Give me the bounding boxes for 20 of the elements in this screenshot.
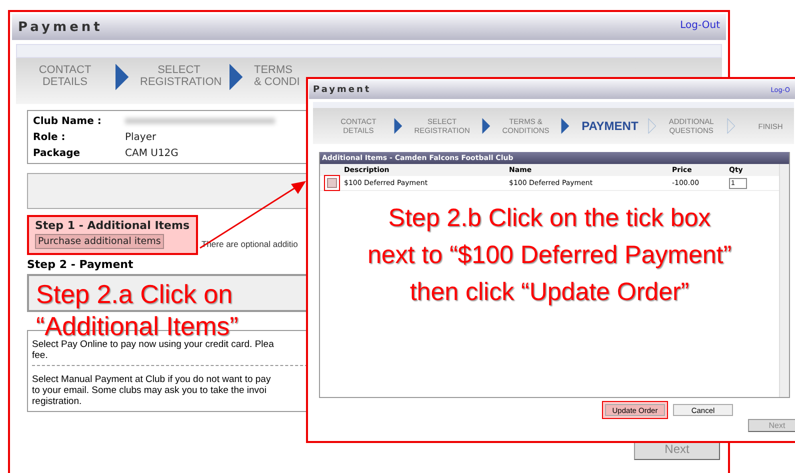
annotation-text: Step 2.a Click on “Additional Items”	[36, 278, 238, 341]
section-heading: Step 1 - Additional Items	[35, 219, 190, 232]
scrollbar[interactable]	[779, 164, 789, 397]
paragraph: Select Pay Online to pay now using your credit card. Plea fee.	[32, 339, 275, 361]
step-label: PAYMENT	[582, 122, 636, 130]
window-title: Payment	[18, 20, 103, 34]
field-value: Player	[125, 132, 156, 142]
annotation-text: Step 2.b Click on the tick box next to “$100 Deferred Payment” then click “Update Order”	[366, 203, 733, 308]
logout-link[interactable]: Log-Out	[680, 20, 720, 31]
step-label: CONTACT DETAILS	[38, 64, 92, 88]
paragraph: Select Manual Payment at Club if you do not want to pay to your email. Some clubs may ask you to take the invoi registration.	[32, 374, 272, 407]
field-label: Club Name :	[33, 116, 102, 126]
field-label: Package	[33, 148, 82, 158]
section-heading: Step 2 - Payment	[27, 258, 134, 271]
purchase-button[interactable]: Purchase additional items	[35, 234, 164, 249]
checkbox[interactable]	[327, 178, 337, 188]
step-label: TERMS & CONDI	[254, 64, 300, 88]
field-value: CAM U12G	[125, 148, 178, 158]
window-title: Payment	[313, 84, 372, 94]
field-label: Role :	[33, 132, 66, 142]
